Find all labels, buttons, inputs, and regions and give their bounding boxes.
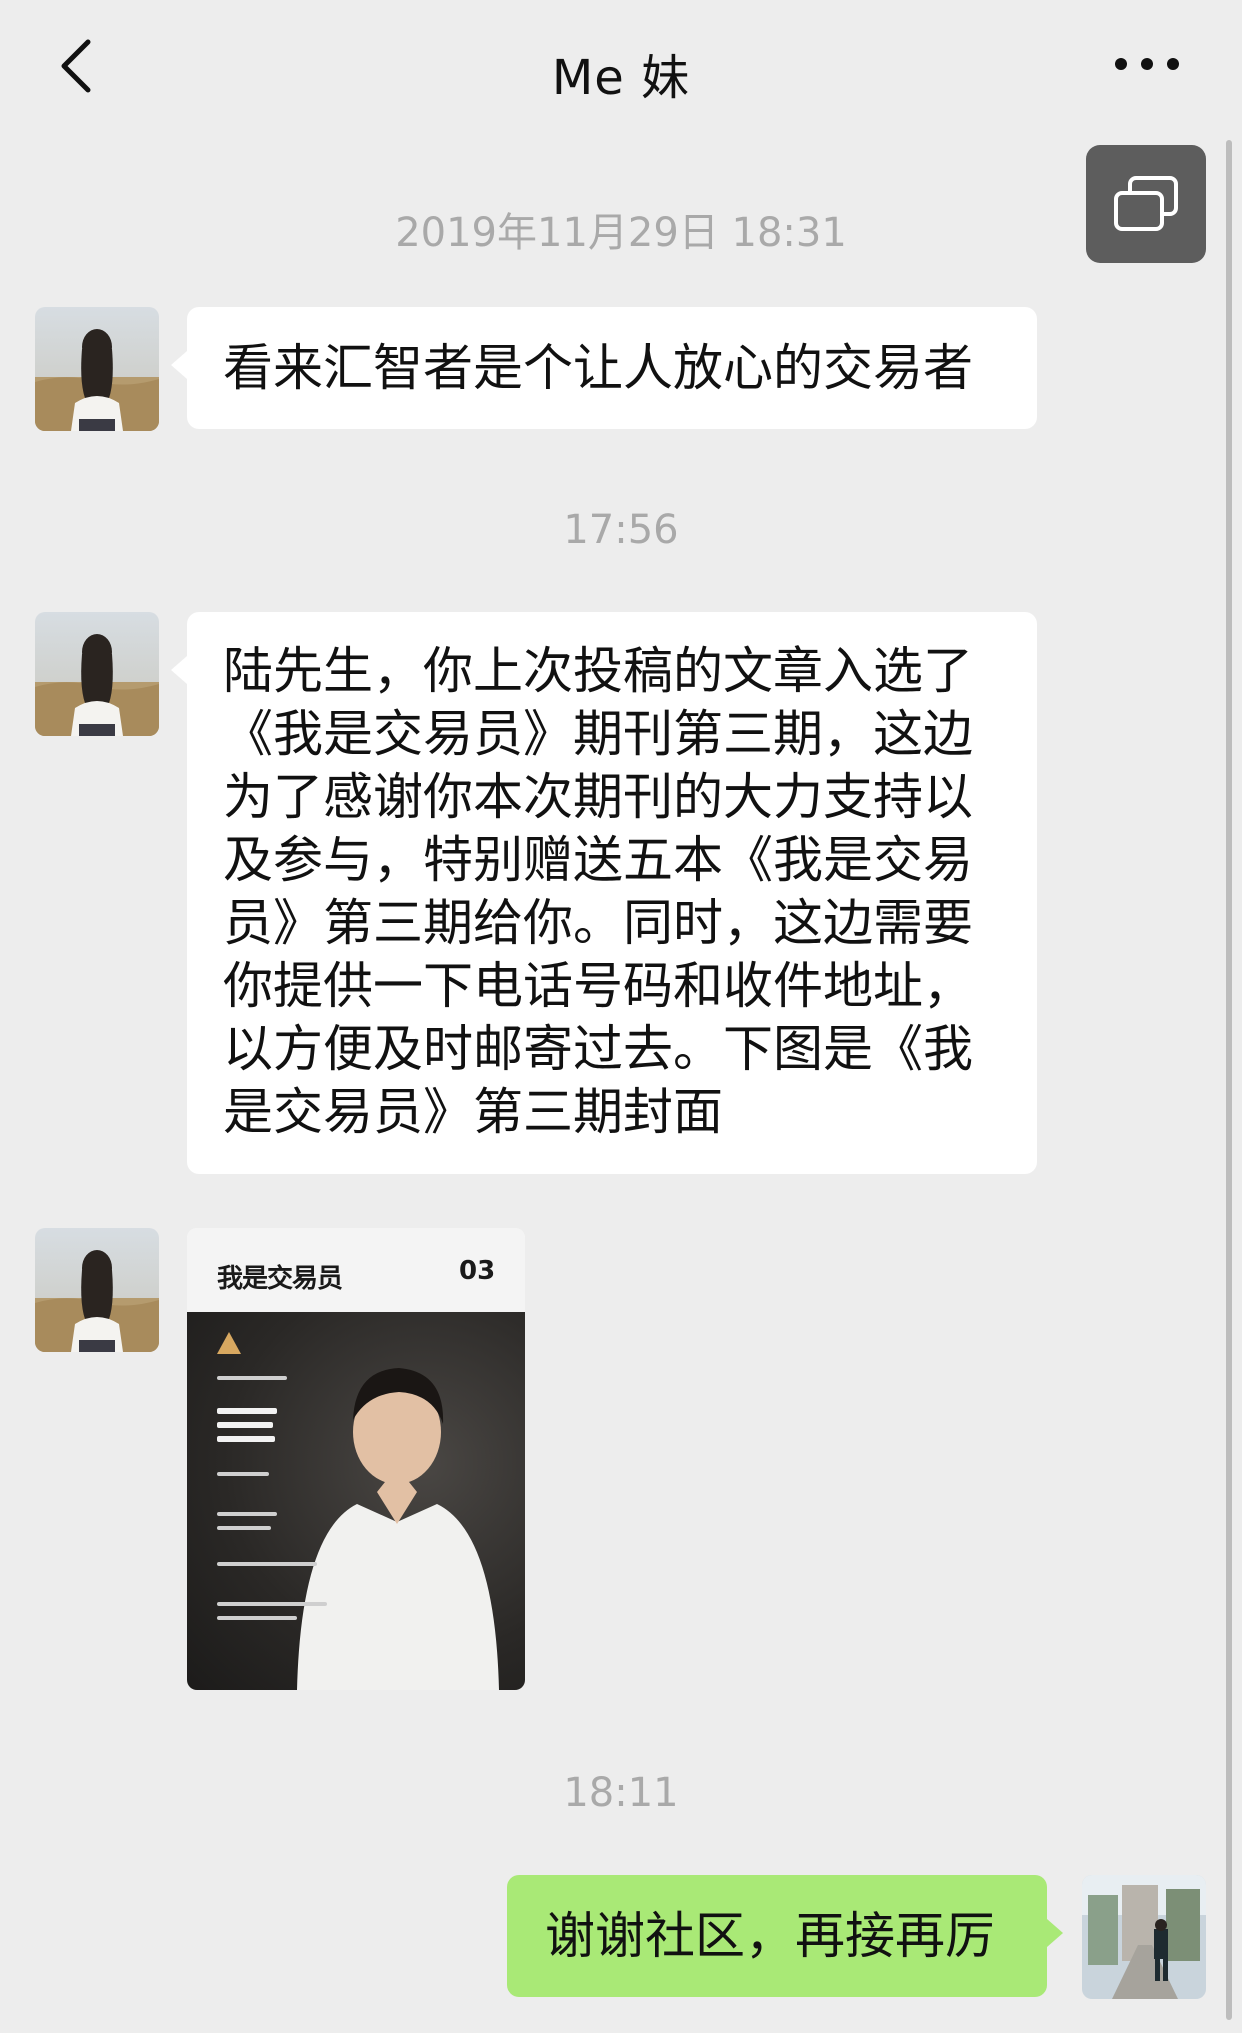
cover-text-line	[217, 1616, 297, 1620]
timestamp: 18:11	[563, 1770, 679, 1816]
cover-text-line	[217, 1472, 269, 1476]
cover-portrait	[217, 1332, 499, 1690]
message-line: 《我是交易员》期刊第三期，这边	[223, 705, 973, 763]
contact-avatar[interactable]	[35, 1228, 159, 1352]
message-line: 及参与，特别赠送五本《我是交易	[223, 831, 973, 889]
cover-photo	[187, 1312, 525, 1690]
message-text: 谢谢社区，再接再厉	[545, 1907, 995, 1965]
chat-title: Me 妹	[551, 50, 691, 106]
message-line: 是交易员》第三期封面	[223, 1083, 723, 1141]
message-text: 看来汇智者是个让人放心的交易者	[223, 339, 973, 397]
cover-text-line	[217, 1376, 287, 1380]
message-line: 陆先生，你上次投稿的文章入选了	[223, 642, 973, 700]
cover-issue-number: 03	[459, 1256, 496, 1286]
message-line: 你提供一下电话号码和收件地址，	[223, 957, 973, 1015]
cover-brand: 我是交易员	[217, 1264, 343, 1294]
cover-text-line	[217, 1422, 273, 1428]
message-line: 为了感谢你本次期刊的大力支持以	[223, 768, 973, 826]
cover-text-line	[217, 1602, 327, 1606]
cover-text-line	[217, 1408, 277, 1414]
image-message[interactable]: 我是交易员 03	[187, 1228, 525, 1690]
message-line: 以方便及时邮寄过去。下图是《我	[223, 1020, 973, 1078]
chat-header: Me 妹	[0, 0, 1242, 130]
timestamp: 2019年11月29日 18:31	[395, 210, 847, 256]
cover-text-line	[217, 1436, 275, 1442]
contact-avatar[interactable]	[35, 612, 159, 736]
message-bubble-incoming[interactable]: 陆先生，你上次投稿的文章入选了 《我是交易员》期刊第三期，这边 为了感谢你本次期…	[171, 612, 1037, 1174]
message-line: 员》第三期给你。同时，这边需要	[223, 894, 973, 952]
self-avatar[interactable]	[1082, 1875, 1206, 1999]
chat-screen: Me 妹 2019年11月29日 18:31 看来汇智者是个让人放心的交易者 1…	[0, 0, 1242, 2033]
more-dots-icon	[1115, 58, 1179, 70]
message-bubble-incoming[interactable]: 看来汇智者是个让人放心的交易者	[171, 307, 1037, 429]
scrollbar[interactable]	[1226, 140, 1232, 2020]
cover-header: 我是交易员 03	[187, 1228, 525, 1312]
contact-avatar[interactable]	[35, 307, 159, 431]
cover-text-line	[217, 1512, 277, 1516]
cover-text-line	[217, 1526, 271, 1530]
more-button[interactable]	[1112, 44, 1182, 84]
cover-text-line	[217, 1562, 317, 1566]
message-bubble-outgoing[interactable]: 谢谢社区，再接再厉	[507, 1875, 1063, 1997]
timestamp: 17:56	[563, 507, 679, 553]
